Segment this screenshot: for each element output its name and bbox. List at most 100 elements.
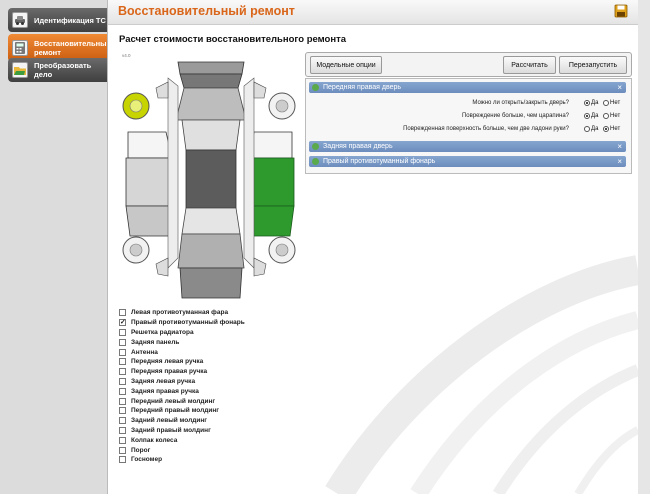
page-subtitle: Расчет стоимости восстановительного ремо… [119, 34, 347, 45]
part-label: Порог [131, 446, 151, 454]
checkbox[interactable] [119, 368, 126, 376]
radio-yes-dot[interactable] [584, 100, 590, 106]
part-checkbox-row[interactable]: Колпак колеса [119, 435, 245, 445]
checkbox[interactable] [119, 446, 126, 454]
part-checkbox-row[interactable]: Задняя правая ручка [119, 386, 245, 396]
part-label: Антенна [131, 348, 158, 356]
car-body-top-view [175, 61, 247, 299]
save-icon[interactable] [614, 4, 628, 18]
part-checkbox-row[interactable]: Передний левый молдинг [119, 396, 245, 406]
section-right-fog-lamp[interactable]: Правый противотуманный фонарь × [309, 156, 626, 167]
radio-yes-dot[interactable] [584, 113, 590, 119]
checkbox[interactable] [119, 338, 126, 346]
part-checkbox-row[interactable]: Передняя левая ручка [119, 357, 245, 367]
part-label: Левая противотуманная фара [131, 309, 229, 317]
checkbox[interactable] [119, 358, 126, 366]
question-more-than-scratch: Повреждение больше, чем царапина? [461, 113, 569, 119]
part-label: Колпак колеса [131, 436, 178, 444]
checkbox[interactable] [119, 436, 126, 444]
part-checkbox-row[interactable]: Задняя левая ручка [119, 377, 245, 387]
checkbox[interactable] [119, 397, 126, 405]
radio-no-dot[interactable] [603, 113, 609, 119]
car-diagram[interactable] [120, 58, 300, 304]
checkbox[interactable] [119, 377, 126, 385]
part-label: Решетка радиатора [131, 328, 194, 336]
close-icon[interactable]: × [617, 141, 622, 152]
radio-yes[interactable]: Да [584, 100, 598, 106]
rear-right-door-damaged [249, 205, 295, 237]
part-label: Задний левый молдинг [131, 417, 207, 425]
part-checkbox-row[interactable]: Госномер [119, 455, 245, 465]
checkbox[interactable] [119, 348, 126, 356]
checkbox[interactable] [119, 328, 126, 336]
part-label: Правый противотуманный фонарь [131, 319, 245, 327]
part-label: Задняя панель [131, 338, 180, 346]
part-checkbox-row[interactable]: ✓ Правый противотуманный фонарь [119, 318, 245, 328]
question-open-close: Можно ли открыть/закрыть дверь? [472, 100, 569, 106]
page-title: Восстановительный ремонт [118, 4, 295, 18]
part-label: Передняя правая ручка [131, 368, 208, 376]
part-label: Передний правый молдинг [131, 407, 219, 415]
part-label: Передняя левая ручка [131, 358, 204, 366]
checkbox[interactable] [119, 387, 126, 395]
question-area-two-palms: Поврежденная поверхность больше, чем две… [403, 126, 569, 132]
part-checkbox-row[interactable]: Левая противотуманная фара [119, 308, 245, 318]
part-label: Передний левый молдинг [131, 397, 216, 405]
radio-yes[interactable]: Да [584, 113, 598, 119]
toolbar: Модельные опции Рассчитать Перезапустить [305, 52, 632, 77]
sidebar-item-label: Идентификация ТС [34, 15, 106, 25]
checkbox[interactable] [119, 309, 126, 317]
checkbox[interactable] [119, 456, 126, 464]
part-label: Задняя левая ручка [131, 377, 196, 385]
close-icon[interactable]: × [617, 82, 622, 93]
radio-no[interactable]: Нет [603, 113, 620, 119]
section-rear-right-door[interactable]: Задняя правая дверь × [309, 141, 626, 152]
expand-icon[interactable] [312, 143, 319, 150]
damage-questions-panel: Передняя правая дверь × Можно ли открыть… [305, 78, 632, 174]
radio-no-label: Нет [610, 100, 621, 106]
car-icon [12, 12, 28, 28]
sidebar-item-vehicle-id[interactable]: Идентификация ТС [8, 8, 108, 32]
checkbox[interactable] [119, 426, 126, 434]
main-panel: Восстановительный ремонт Расчет стоимост… [107, 0, 638, 494]
front-right-door-damaged [249, 157, 295, 207]
checkbox-checked[interactable]: ✓ [119, 319, 126, 327]
radio-no-label: Нет [610, 126, 621, 132]
part-label: Задний правый молдинг [131, 426, 211, 434]
part-checkbox-row[interactable]: Антенна [119, 347, 245, 357]
part-checkbox-row[interactable]: Передний правый молдинг [119, 406, 245, 416]
parts-checklist: Левая противотуманная фара ✓ Правый против… [119, 308, 245, 465]
expand-icon[interactable] [312, 158, 319, 165]
part-checkbox-row[interactable]: Задний правый молдинг [119, 426, 245, 436]
title-bar: Восстановительный ремонт [108, 0, 638, 25]
restart-button[interactable]: Перезапустить [559, 56, 627, 74]
expand-icon[interactable] [312, 84, 319, 91]
folder-icon [12, 62, 28, 78]
checkbox[interactable] [119, 417, 126, 425]
part-label: Госномер [131, 456, 163, 464]
part-checkbox-row[interactable]: Задний левый молдинг [119, 416, 245, 426]
radio-no[interactable]: Нет [603, 100, 620, 106]
checkbox[interactable] [119, 407, 126, 415]
radio-yes[interactable]: Да [584, 126, 598, 132]
radio-no[interactable]: Нет [603, 126, 620, 132]
section-title: Передняя правая дверь [323, 84, 402, 91]
radio-no-label: Нет [610, 113, 621, 119]
radio-no-dot[interactable] [603, 100, 609, 106]
section-front-right-door[interactable]: Передняя правая дверь × [309, 82, 626, 93]
part-label: Задняя правая ручка [131, 387, 199, 395]
sidebar-item-convert-case[interactable]: Преобразовать дело [8, 58, 108, 82]
radio-no-dot[interactable] [603, 126, 609, 132]
radio-yes-dot[interactable] [584, 126, 590, 132]
part-checkbox-row[interactable]: Порог [119, 445, 245, 455]
part-checkbox-row[interactable]: Передняя правая ручка [119, 367, 245, 377]
model-options-button[interactable]: Модельные опции [310, 56, 382, 74]
part-checkbox-row[interactable]: Решетка радиатора [119, 328, 245, 338]
calculate-button[interactable]: Рассчитать [503, 56, 556, 74]
radio-yes-label: Да [591, 113, 599, 119]
close-icon[interactable]: × [617, 156, 622, 167]
sidebar-item-label: Преобразовать дело [34, 61, 92, 79]
part-checkbox-row[interactable]: Задняя панель [119, 337, 245, 347]
section-title: Задняя правая дверь [323, 143, 393, 150]
radio-yes-label: Да [591, 126, 599, 132]
